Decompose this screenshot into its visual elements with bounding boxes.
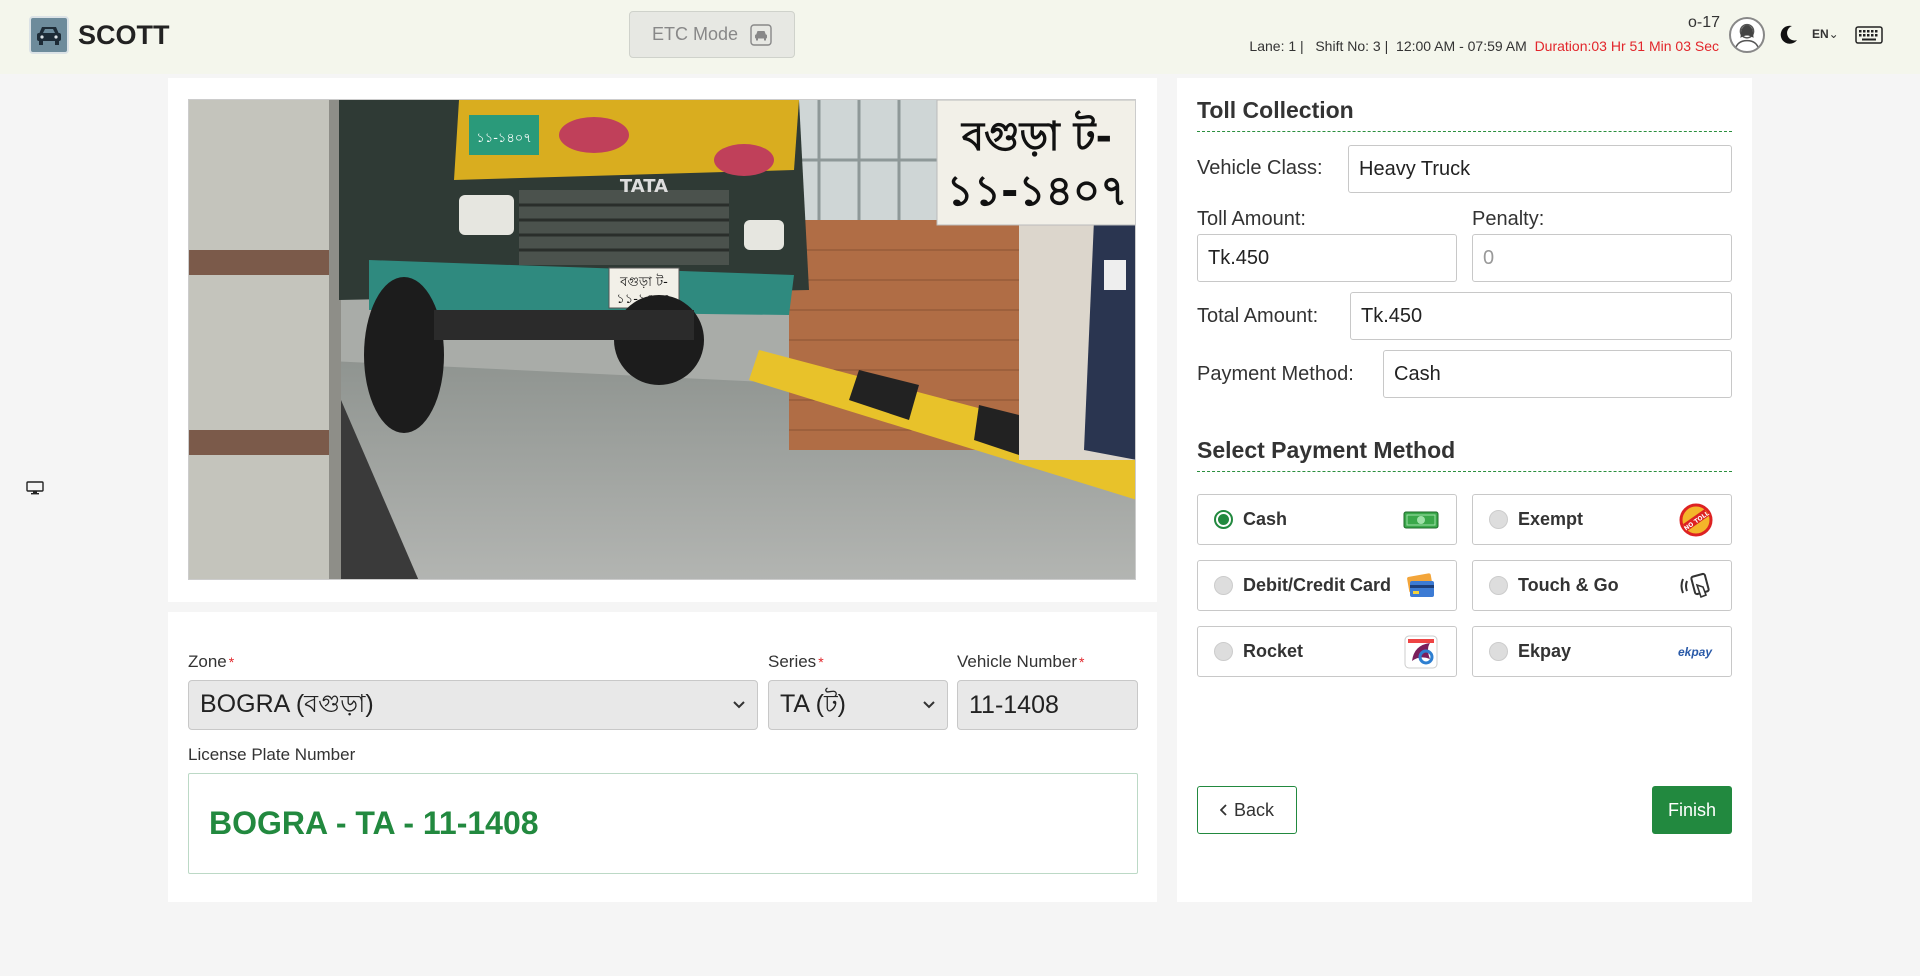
- payment-option-exempt[interactable]: Exempt NO TOLL: [1472, 494, 1732, 545]
- toll-collection-panel: Toll Collection Vehicle Class: Heavy Tru…: [1177, 78, 1752, 902]
- license-plate-value: BOGRA - TA - 11-1408: [209, 805, 539, 841]
- vehicle-number-label: Vehicle Number *: [957, 652, 1085, 671]
- required-mark: *: [228, 654, 235, 670]
- card-icon: [1402, 570, 1440, 602]
- radio-unselected[interactable]: [1214, 642, 1233, 661]
- series-label: Series *: [768, 652, 824, 671]
- series-value: TA (ট): [780, 689, 846, 718]
- payment-option-touch-go[interactable]: Touch & Go: [1472, 560, 1732, 611]
- select-payment-title: Select Payment Method: [1197, 437, 1456, 463]
- monitor-icon[interactable]: [26, 481, 44, 495]
- operator-id: o-17: [1687, 14, 1720, 31]
- truck-plate-top: ১১-১৪০৭: [476, 131, 531, 146]
- radio-unselected[interactable]: [1214, 576, 1233, 595]
- car-logo-icon: [29, 16, 69, 54]
- penalty-field[interactable]: 0: [1472, 234, 1732, 282]
- divider: [1197, 131, 1732, 132]
- payment-option-label: Rocket: [1243, 641, 1304, 661]
- top-header: SCOTT ETC Mode o-17 Lane: 1 | Shift No: …: [0, 0, 1920, 74]
- language-selector[interactable]: EN⌄: [1812, 27, 1839, 41]
- payment-option-label: Touch & Go: [1518, 575, 1619, 595]
- payment-option-card[interactable]: Debit/Credit Card: [1197, 560, 1457, 611]
- etc-mode-label: ETC Mode: [651, 24, 739, 44]
- vehicle-number-input[interactable]: 11-1408: [957, 680, 1138, 730]
- rocket-icon: [1402, 635, 1440, 668]
- user-icon: [1734, 23, 1760, 51]
- total-amount-field[interactable]: Tk.450: [1350, 292, 1732, 340]
- etc-mode-button[interactable]: ETC Mode: [629, 11, 795, 58]
- divider: [1197, 471, 1732, 472]
- penalty-label: Penalty:: [1472, 208, 1545, 230]
- camera-panel: বগুড়া ট- ১১-১৪০৭ ১১-১৪০৭ TATA বগুড়া ট-: [168, 78, 1157, 602]
- license-plate-display: BOGRA - TA - 11-1408: [188, 773, 1138, 874]
- ekpay-logo-text: ekpay: [1677, 644, 1713, 659]
- payment-option-ekpay[interactable]: Ekpay ekpay: [1472, 626, 1732, 677]
- toll-collection-title: Toll Collection: [1197, 97, 1354, 123]
- toll-amount-field[interactable]: Tk.450: [1197, 234, 1457, 282]
- required-mark: *: [818, 654, 824, 670]
- finish-button[interactable]: Finish: [1652, 786, 1732, 834]
- vehicle-class-field[interactable]: Heavy Truck: [1348, 145, 1732, 193]
- ekpay-icon: ekpay: [1675, 636, 1715, 668]
- language-label: EN: [1812, 27, 1829, 41]
- user-avatar[interactable]: [1729, 17, 1765, 53]
- payment-option-cash[interactable]: Cash: [1197, 494, 1457, 545]
- back-label: Back: [1233, 799, 1275, 820]
- keyboard-icon[interactable]: [1855, 26, 1883, 44]
- zone-label: Zone *: [188, 652, 235, 671]
- zone-value: BOGRA (বগুড়া): [200, 689, 374, 718]
- finish-label: Finish: [1667, 799, 1716, 820]
- payment-option-label: Cash: [1243, 509, 1288, 529]
- vehicle-icon: [750, 23, 772, 46]
- total-amount-label: Total Amount:: [1197, 305, 1319, 327]
- payment-method-label: Payment Method:: [1197, 363, 1354, 385]
- toll-amount-label: Toll Amount:: [1197, 208, 1306, 230]
- touch-go-icon: [1677, 570, 1715, 602]
- app-name: SCOTT: [78, 20, 170, 50]
- zone-select[interactable]: BOGRA (বগুড়া): [188, 680, 758, 730]
- dark-mode-icon[interactable]: [1775, 22, 1801, 48]
- license-plate-label: License Plate Number: [188, 745, 356, 764]
- payment-option-label: Ekpay: [1518, 641, 1572, 661]
- radio-selected[interactable]: [1214, 510, 1233, 529]
- lane-info: Lane: 1 |: [1249, 38, 1304, 54]
- required-mark: *: [1079, 654, 1085, 670]
- payment-method-field[interactable]: Cash: [1383, 350, 1732, 398]
- chevron-down-icon: [733, 701, 745, 709]
- chevron-down-icon: ⌄: [1828, 27, 1839, 41]
- plate-sign-line2: ১১-১৪০৭: [946, 166, 1127, 215]
- back-button[interactable]: Back: [1197, 786, 1297, 834]
- cash-icon: [1402, 504, 1440, 536]
- series-select[interactable]: TA (ট): [768, 680, 948, 730]
- truck-plate-line1: বগুড়া ট-: [619, 274, 668, 290]
- exempt-icon: NO TOLL: [1677, 503, 1715, 536]
- plate-sign-line1: বগুড়া ট-: [960, 110, 1112, 160]
- vehicle-number-value: 11-1408: [969, 690, 1059, 719]
- shift-number: Shift No: 3 |: [1315, 38, 1389, 54]
- payment-option-rocket[interactable]: Rocket: [1197, 626, 1457, 677]
- truck-brand: TATA: [620, 176, 668, 197]
- vehicle-camera-image: বগুড়া ট- ১১-১৪০৭ ১১-১৪০৭ TATA বগুড়া ট-: [188, 99, 1136, 580]
- shift-info: Lane: 1 | Shift No: 3 | 12:00 AM - 07:59…: [1249, 38, 1719, 54]
- vehicle-form-panel: Zone * BOGRA (বগুড়া) Series * TA (ট) Vehi…: [168, 612, 1157, 902]
- payment-option-label: Exempt: [1518, 509, 1584, 529]
- shift-duration: Duration:03 Hr 51 Min 03 Sec: [1534, 38, 1719, 54]
- chevron-left-icon: [1219, 804, 1227, 816]
- vehicle-class-label: Vehicle Class:: [1197, 157, 1323, 179]
- payment-option-label: Debit/Credit Card: [1243, 575, 1392, 595]
- radio-unselected[interactable]: [1489, 642, 1508, 661]
- shift-time-range: 12:00 AM - 07:59 AM: [1396, 38, 1527, 54]
- radio-unselected[interactable]: [1489, 510, 1508, 529]
- radio-unselected[interactable]: [1489, 576, 1508, 595]
- chevron-down-icon: [923, 701, 935, 709]
